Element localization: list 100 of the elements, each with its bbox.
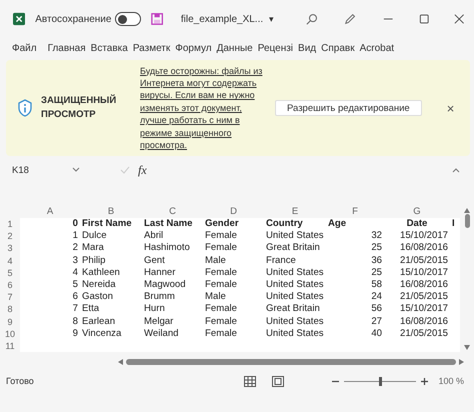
scroll-left-arrow-icon[interactable] xyxy=(118,359,123,365)
table-cell: Male xyxy=(203,254,264,267)
status-text: Готово xyxy=(6,376,34,386)
scrollbar-thumb[interactable] xyxy=(464,214,470,228)
row-header[interactable]: 3 xyxy=(0,242,20,255)
close-button[interactable]: × xyxy=(446,100,454,116)
ribbon-tab[interactable]: Данные xyxy=(216,42,253,54)
ribbon-tab[interactable]: Acrobat xyxy=(360,42,394,54)
table-cell: Gent xyxy=(142,254,203,267)
table-cell: 1 xyxy=(20,230,80,242)
ribbon-tab[interactable]: Вид xyxy=(298,42,316,54)
table-cell: 32 xyxy=(326,230,384,242)
table-cell: 8 xyxy=(20,316,80,328)
chevron-up-icon[interactable] xyxy=(452,167,460,173)
file-name[interactable]: file_example_XL... xyxy=(180,14,264,24)
table-cell: 0 xyxy=(20,218,80,230)
column-header[interactable]: E xyxy=(264,205,326,218)
table-cell: Hanner xyxy=(142,266,203,279)
ribbon-tab[interactable]: Файл xyxy=(12,42,37,54)
zoom-level: 100 % xyxy=(438,376,464,386)
search-icon[interactable] xyxy=(306,12,318,26)
maximize-icon[interactable] xyxy=(419,13,430,25)
enable-editing-button[interactable]: Разрешить редактирование xyxy=(275,100,422,116)
column-header[interactable]: D xyxy=(203,205,264,218)
scroll-right-arrow-icon[interactable] xyxy=(459,359,464,365)
function-button[interactable]: fx xyxy=(138,162,147,178)
pen-icon[interactable] xyxy=(344,12,357,26)
table-cell: 25 xyxy=(326,266,384,279)
warning-link[interactable]: Будьте осторожны: файлы из Интернета могут содержать вирусы. Если вам не нужно изменять этот документ, лучше работать с ним в режиме защищенного просмотра. xyxy=(140,64,266,152)
autosave-toggle[interactable] xyxy=(115,12,141,26)
table-cell: 9 xyxy=(20,328,80,340)
table-cell: 24 xyxy=(326,291,384,304)
table-cell: United States xyxy=(264,316,326,328)
column-header[interactable]: G xyxy=(384,205,450,218)
table-cell: 25 xyxy=(326,242,384,255)
ribbon-tab[interactable]: Справк xyxy=(321,42,355,54)
close-icon[interactable] xyxy=(454,13,464,25)
zoom-slider-thumb[interactable] xyxy=(379,376,382,386)
save-icon[interactable] xyxy=(150,12,163,26)
column-header[interactable]: B xyxy=(80,205,142,218)
table-cell: 40 xyxy=(326,328,384,340)
table-cell: Great Britain xyxy=(264,303,326,316)
page-layout-icon[interactable] xyxy=(272,376,284,386)
table-cell: 2 xyxy=(20,242,80,255)
table-cell: 7 xyxy=(20,303,80,316)
table-cell: 15/10/2017 xyxy=(384,266,450,279)
chevron-down-icon[interactable] xyxy=(72,167,80,173)
caret-icon[interactable]: ▾ xyxy=(269,14,274,24)
table-cell: 36 xyxy=(326,254,384,267)
table-cell: Gender xyxy=(203,218,264,230)
ribbon-tab[interactable]: Формул xyxy=(175,42,212,54)
row-header[interactable]: 8 xyxy=(0,303,20,316)
table-cell: Kathleen xyxy=(80,266,142,279)
plus-icon[interactable] xyxy=(421,378,428,384)
table-cell: Hashimoto xyxy=(142,242,203,255)
table-cell: 56 xyxy=(326,303,384,316)
scrollbar-thumb[interactable] xyxy=(126,359,456,365)
table-cell: United States xyxy=(264,291,326,304)
grid-view-icon[interactable] xyxy=(244,376,256,386)
column-header[interactable]: C xyxy=(142,205,203,218)
row-header[interactable]: 1 xyxy=(0,218,20,230)
column-header[interactable]: F xyxy=(326,205,384,218)
row-header[interactable]: 7 xyxy=(0,291,20,304)
row-header[interactable]: 10 xyxy=(0,328,20,340)
row-header[interactable]: 4 xyxy=(0,254,20,267)
row-header[interactable]: 5 xyxy=(0,266,20,279)
table-cell: Mara xyxy=(80,242,142,255)
table-cell: Female xyxy=(203,328,264,340)
scroll-up-arrow-icon[interactable] xyxy=(464,208,470,213)
scroll-down-arrow-icon[interactable] xyxy=(464,345,470,350)
table-cell: 27 xyxy=(326,316,384,328)
row-header[interactable]: 9 xyxy=(0,316,20,328)
table-cell: Female xyxy=(203,278,264,292)
table-cell: Date xyxy=(384,218,450,230)
table-cell: Vincenza xyxy=(80,328,142,340)
column-header[interactable]: A xyxy=(20,205,80,218)
table-cell: France xyxy=(264,254,326,267)
check-icon xyxy=(120,166,130,174)
table-cell: Brumm xyxy=(142,291,203,304)
row-header[interactable]: 6 xyxy=(0,278,20,292)
ribbon-tab[interactable]: Вставка xyxy=(90,42,128,54)
table-cell: First Name xyxy=(80,218,142,230)
row-header[interactable]: 11 xyxy=(0,340,20,352)
table-cell: United States xyxy=(264,328,326,340)
table-cell: Female xyxy=(203,316,264,328)
table-cell: Gaston xyxy=(80,291,142,304)
table-cell: 4 xyxy=(20,266,80,279)
banner-title: ЗАЩИЩЕННЫЙ ПРОСМОТР xyxy=(41,94,118,122)
ribbon-tab[interactable]: Рецензі xyxy=(258,42,294,54)
info-shield-icon xyxy=(17,99,33,117)
table-cell: Female xyxy=(203,230,264,242)
row-header[interactable]: 2 xyxy=(0,230,20,242)
name-box[interactable]: K18 xyxy=(12,164,72,176)
table-cell: 6 xyxy=(20,291,80,304)
ribbon-tab[interactable]: Разметк xyxy=(132,42,170,54)
table-cell: 21/05/2015 xyxy=(384,291,450,304)
table-cell: 21/05/2015 xyxy=(384,328,450,340)
table-cell: 21/05/2015 xyxy=(384,254,450,267)
ribbon-tab[interactable]: Главная xyxy=(48,42,86,54)
autosave-label: Автосохранение xyxy=(35,14,112,24)
